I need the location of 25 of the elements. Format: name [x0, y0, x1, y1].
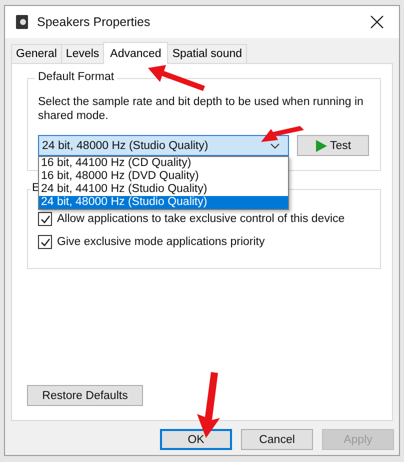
checkbox-label: Allow applications to take exclusive control of this device: [57, 213, 345, 225]
description-text: Select the sample rate and bit depth to be used when running in shared mode.: [38, 95, 364, 123]
checkbox[interactable]: [38, 212, 52, 226]
chevron-icon: [270, 142, 280, 148]
test-button[interactable]: Test: [297, 135, 369, 156]
checkbox-label: Give exclusive mode applications priority: [57, 236, 265, 248]
format-dropdown[interactable]: 24 bit, 48000 Hz (Studio Quality): [38, 135, 289, 156]
dialog-button[interactable]: OK: [160, 429, 232, 450]
dropdown-option[interactable]: 16 bit, 44100 Hz (CD Quality): [39, 157, 288, 170]
dialog-button[interactable]: Cancel: [241, 429, 313, 450]
play-icon: [314, 140, 327, 152]
arrow-drawing: [261, 126, 304, 142]
speaker-icon: [15, 14, 29, 30]
tab[interactable]: General: [11, 44, 62, 63]
restore-defaults-button[interactable]: Restore Defaults: [27, 385, 143, 406]
dropdown-option[interactable]: 24 bit, 44100 Hz (Studio Quality): [39, 183, 288, 196]
dropdown-option[interactable]: 16 bit, 48000 Hz (DVD Quality): [39, 170, 288, 183]
tab[interactable]: Advanced: [103, 42, 168, 64]
group-title: Default Format: [35, 71, 118, 83]
dropdown-option[interactable]: 24 bit, 48000 Hz (Studio Quality): [39, 196, 288, 209]
arrow-drawing: [148, 65, 205, 91]
checkbox[interactable]: [38, 235, 52, 249]
window-title: Speakers Properties: [37, 15, 152, 29]
close-icon: [370, 15, 384, 29]
tab[interactable]: Spatial sound: [167, 44, 248, 63]
